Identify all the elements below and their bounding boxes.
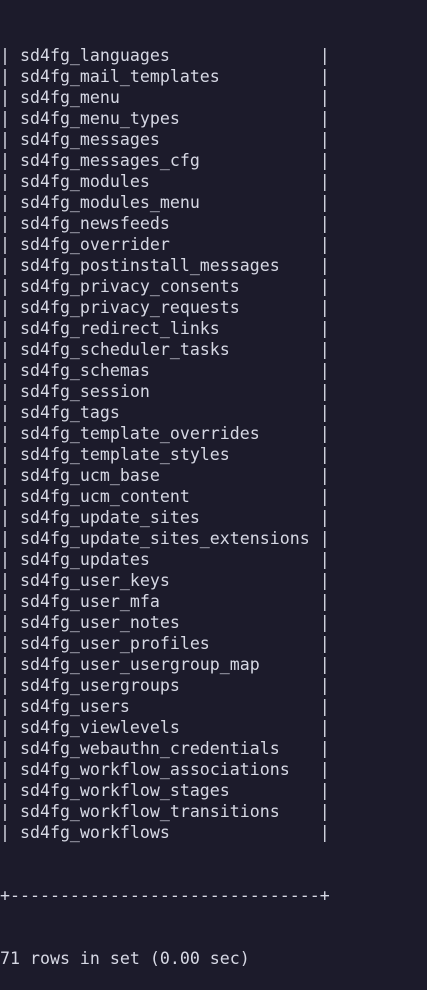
table-row: | sd4fg_postinstall_messages | [0, 256, 330, 275]
table-row: | sd4fg_user_profiles | [0, 634, 330, 653]
table-row: | sd4fg_viewlevels | [0, 718, 330, 737]
table-row: | sd4fg_session | [0, 382, 330, 401]
table-row: | sd4fg_updates | [0, 550, 330, 569]
table-row: | sd4fg_privacy_requests | [0, 298, 330, 317]
terminal-output: | sd4fg_languages | | sd4fg_mail_template… [0, 3, 427, 990]
table-row: | sd4fg_ucm_content | [0, 487, 330, 506]
table-row: | sd4fg_menu_types | [0, 109, 330, 128]
table-row: | sd4fg_user_usergroup_map | [0, 655, 330, 674]
table-row: | sd4fg_workflow_associations | [0, 760, 330, 779]
table-bottom-border: +-------------------------------+ [0, 886, 330, 905]
table-row: | sd4fg_user_notes | [0, 613, 330, 632]
table-row: | sd4fg_newsfeeds | [0, 214, 330, 233]
table-row: | sd4fg_redirect_links | [0, 319, 330, 338]
table-row: | sd4fg_users | [0, 697, 330, 716]
table-row: | sd4fg_update_sites_extensions | [0, 529, 330, 548]
table-row: | sd4fg_overrider | [0, 235, 330, 254]
table-row: | sd4fg_usergroups | [0, 676, 330, 695]
table-row: | sd4fg_workflow_transitions | [0, 802, 330, 821]
table-row: | sd4fg_update_sites | [0, 508, 330, 527]
table-row: | sd4fg_messages_cfg | [0, 151, 330, 170]
table-row: | sd4fg_privacy_consents | [0, 277, 330, 296]
table-row: | sd4fg_webauthn_credentials | [0, 739, 330, 758]
table-row: | sd4fg_schemas | [0, 361, 330, 380]
table-row: | sd4fg_mail_templates | [0, 67, 330, 86]
result-summary: 71 rows in set (0.00 sec) [0, 949, 250, 968]
table-row: | sd4fg_modules | [0, 172, 330, 191]
table-row: | sd4fg_user_keys | [0, 571, 330, 590]
query-result-table: | sd4fg_languages | | sd4fg_mail_template… [0, 45, 427, 843]
table-row: | sd4fg_tags | [0, 403, 330, 422]
table-row: | sd4fg_user_mfa | [0, 592, 330, 611]
table-row: | sd4fg_ucm_base | [0, 466, 330, 485]
table-row: | sd4fg_modules_menu | [0, 193, 330, 212]
table-row: | sd4fg_template_styles | [0, 445, 330, 464]
table-row: | sd4fg_template_overrides | [0, 424, 330, 443]
table-row: | sd4fg_workflow_stages | [0, 781, 330, 800]
table-row: | sd4fg_workflows | [0, 823, 330, 842]
table-row: | sd4fg_languages | [0, 46, 330, 65]
table-row: | sd4fg_messages | [0, 130, 330, 149]
table-row: | sd4fg_menu | [0, 88, 330, 107]
table-row: | sd4fg_scheduler_tasks | [0, 340, 330, 359]
